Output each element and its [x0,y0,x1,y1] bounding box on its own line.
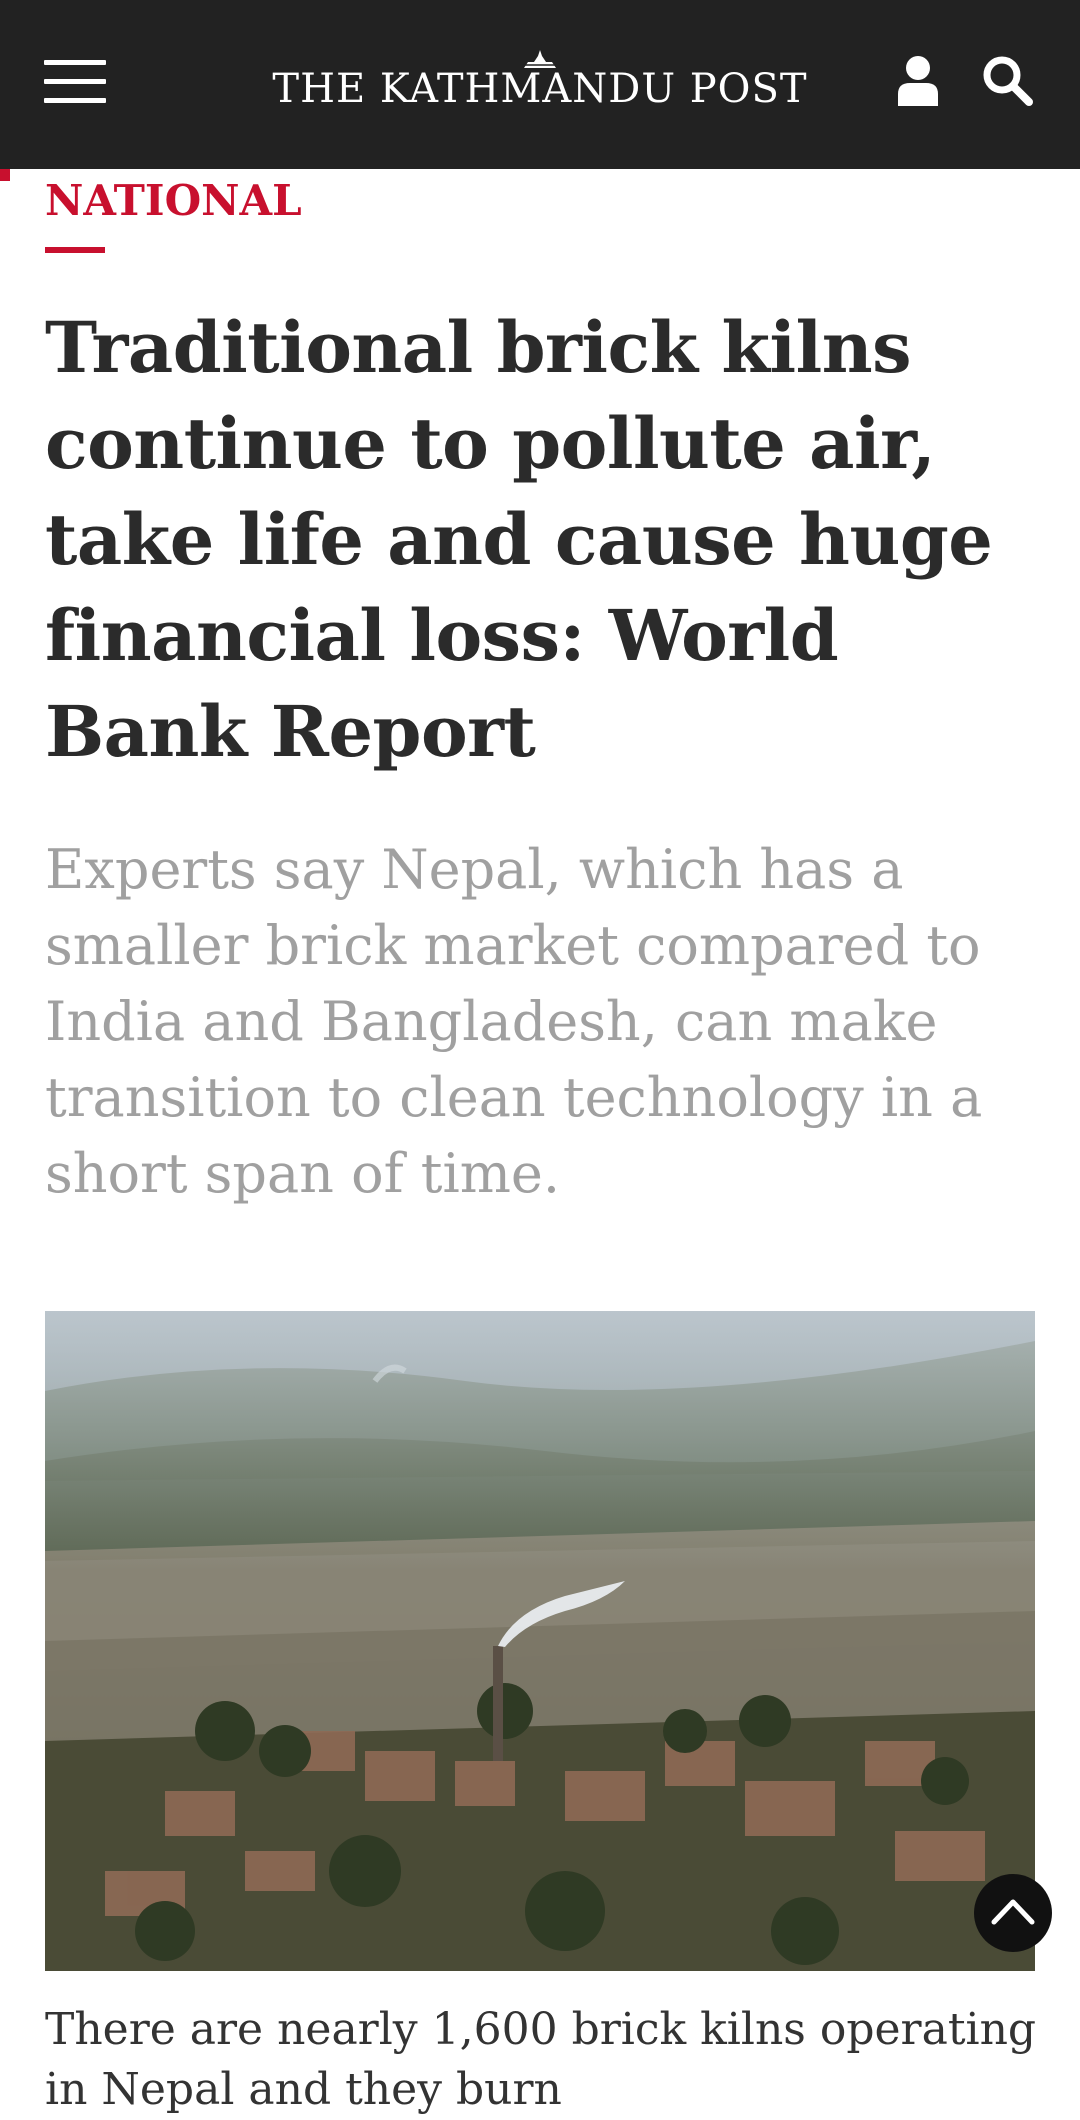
photo-brick-kiln-landscape [45,1311,1035,1971]
search-icon[interactable] [981,54,1033,106]
article-headline: Traditional brick kilns continue to poll… [45,306,993,773]
article-subheadline: Experts say Nepal, which has a smaller b… [45,838,983,1205]
section-accent-marker [0,169,10,181]
menu-line [44,60,106,65]
article-body-text: There are nearly 1,600 brick kilns opera… [45,2004,1037,2115]
section-underline [45,247,105,253]
user-icon[interactable] [896,54,940,106]
chevron-up-icon [991,1899,1035,1925]
article-hero-image [45,1311,1035,1971]
scroll-to-top-button[interactable] [974,1874,1052,1952]
top-navigation-bar: THE KATHMANDU POST [0,0,1080,169]
section-label[interactable]: NATIONAL [45,176,302,225]
